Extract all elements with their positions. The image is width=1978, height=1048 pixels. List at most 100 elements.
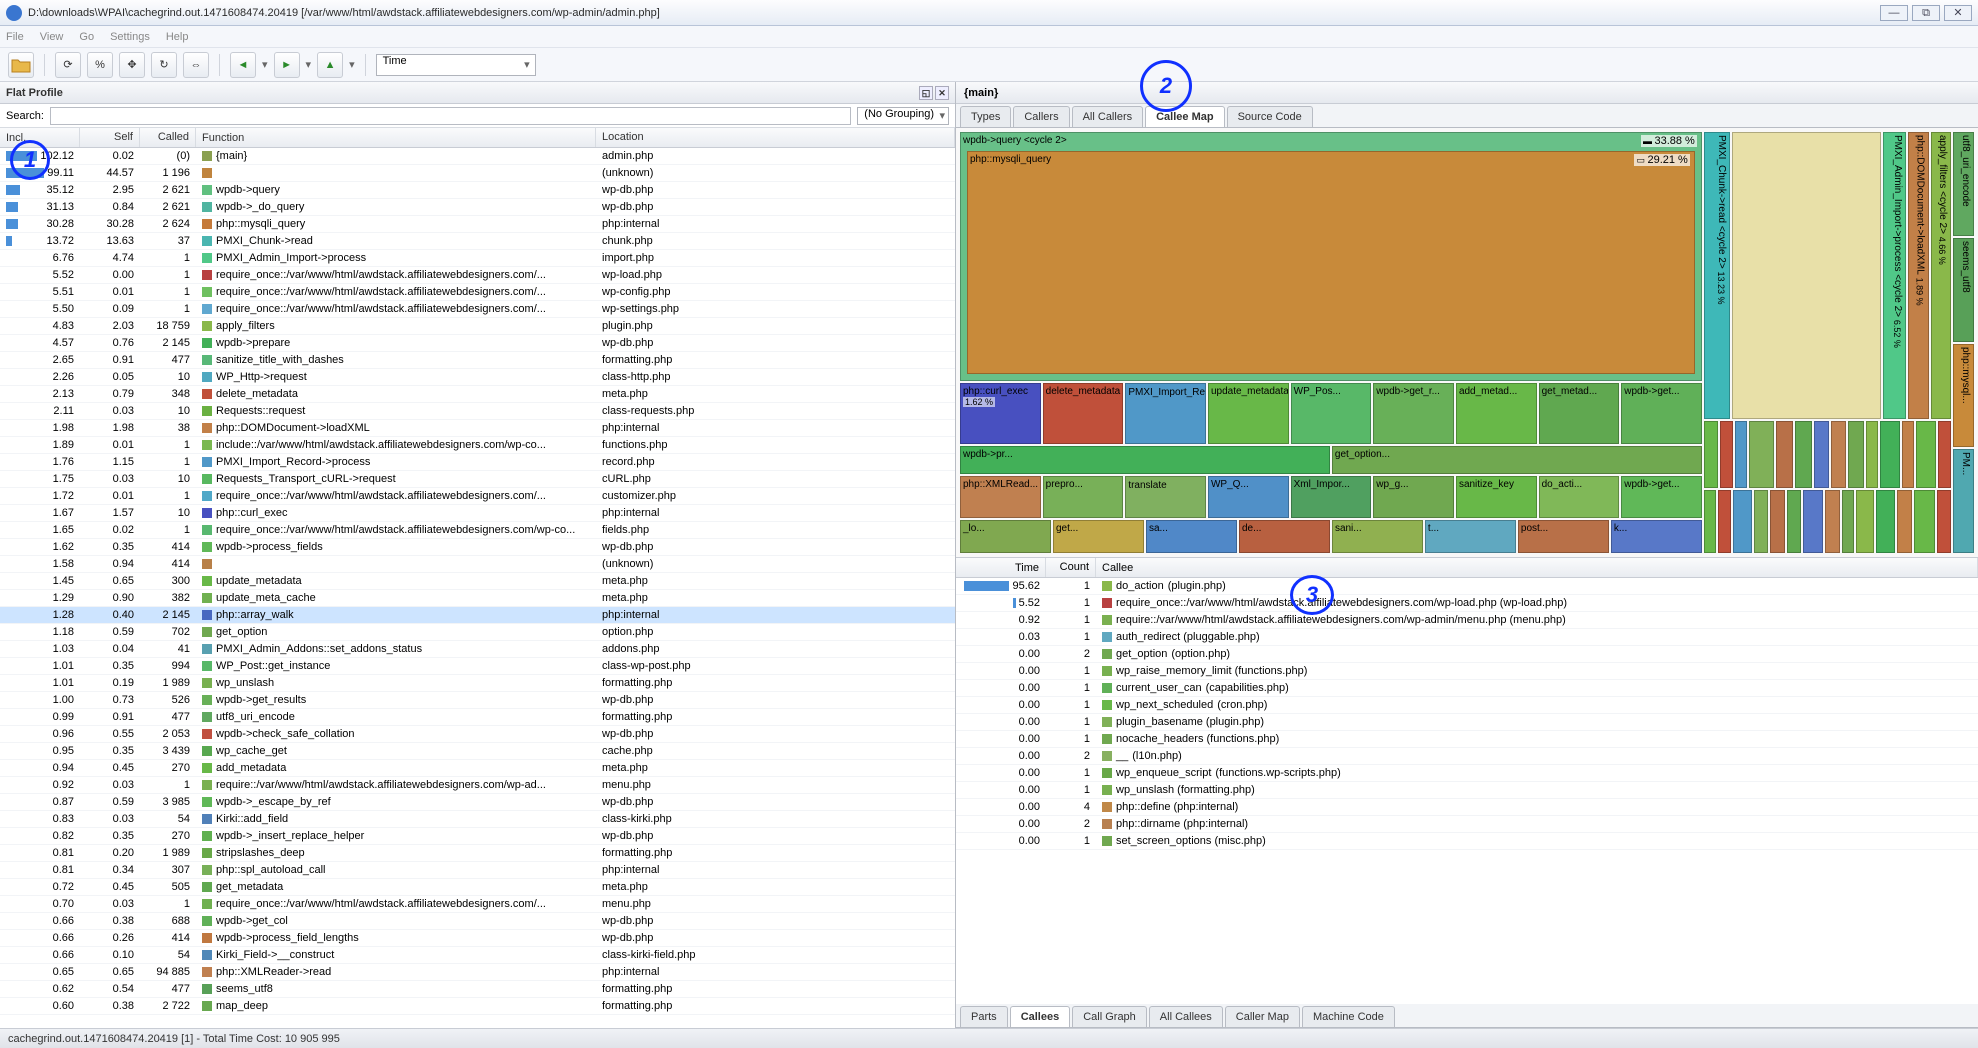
table-row[interactable]: 0.810.34307php::spl_autoload_call php:in… xyxy=(0,862,955,879)
search-input[interactable] xyxy=(50,107,851,125)
col-location[interactable]: Location xyxy=(596,128,955,147)
tm-box[interactable]: k... xyxy=(1611,520,1702,553)
tab-call-graph[interactable]: Call Graph xyxy=(1072,1006,1147,1027)
tm-box[interactable]: PMXI_Import_Record->process xyxy=(1125,383,1206,444)
tm-box[interactable] xyxy=(1902,421,1914,489)
back-dropdown[interactable]: ▾ xyxy=(262,58,268,71)
cycle-button[interactable]: ↻ xyxy=(151,52,177,78)
tm-pmxi-admin[interactable]: PMXI_Admin_Import->process <cycle 2> 6.5… xyxy=(1883,132,1906,419)
tm-box[interactable] xyxy=(1704,421,1718,489)
tm-box[interactable] xyxy=(1770,490,1785,553)
table-row[interactable]: 1.290.90382update_meta_cache meta.php xyxy=(0,590,955,607)
tm-box[interactable] xyxy=(1897,490,1913,553)
table-row[interactable]: 2.110.0310Requests::requestclass-request… xyxy=(0,403,955,420)
metric-select[interactable]: Time xyxy=(376,54,536,76)
tab-callees[interactable]: Callees xyxy=(1010,1006,1071,1027)
col-incl[interactable]: Incl. xyxy=(0,128,80,147)
menu-go[interactable]: Go xyxy=(79,31,94,43)
grouping-select[interactable]: (No Grouping) xyxy=(857,107,949,125)
up-dropdown[interactable]: ▾ xyxy=(349,58,355,71)
tm-box[interactable]: wpdb->get... xyxy=(1621,476,1702,518)
tm-box[interactable]: sa... xyxy=(1146,520,1237,553)
table-row[interactable]: 1.450.65300update_metadata meta.php xyxy=(0,573,955,590)
flat-profile-table[interactable]: Incl. Self Called Function Location 102.… xyxy=(0,128,955,1028)
tm-box[interactable]: sani... xyxy=(1332,520,1423,553)
table-row[interactable]: 0.810.201 989stripslashes_deepformatting… xyxy=(0,845,955,862)
tm-box[interactable]: wpdb->pr... xyxy=(960,446,1330,474)
table-row[interactable]: 1.580.94414(unknown) xyxy=(0,556,955,573)
table-row[interactable]: 0.620.54477seems_utf8formatting.php xyxy=(0,981,955,998)
expand-button[interactable]: ⇔ xyxy=(183,52,209,78)
tab-all-callees[interactable]: All Callees xyxy=(1149,1006,1223,1027)
forward-button[interactable]: ► xyxy=(274,52,300,78)
table-row[interactable]: 0.001set_screen_options (misc.php) xyxy=(956,833,1978,850)
table-row[interactable]: 4.832.0318 759apply_filters plugin.php xyxy=(0,318,955,335)
table-row[interactable]: 0.004php::define (php:internal) xyxy=(956,799,1978,816)
table-row[interactable]: 0.960.552 053wpdb->check_safe_collationw… xyxy=(0,726,955,743)
tm-box[interactable]: php::mysql... xyxy=(1953,344,1974,448)
tm-box[interactable] xyxy=(1795,421,1812,489)
tab-machine-code[interactable]: Machine Code xyxy=(1302,1006,1395,1027)
tm-box[interactable]: translate xyxy=(1125,476,1206,518)
table-row[interactable]: 0.820.35270wpdb->_insert_replace_helper … xyxy=(0,828,955,845)
tm-box[interactable]: WP_Q... xyxy=(1208,476,1289,518)
table-row[interactable]: 1.650.021require_once::/var/www/html/awd… xyxy=(0,522,955,539)
table-row[interactable]: 5.520.001require_once::/var/www/html/awd… xyxy=(0,267,955,284)
table-row[interactable]: 99.1144.571 196(unknown) xyxy=(0,165,955,182)
tm-box[interactable] xyxy=(1776,421,1793,489)
table-row[interactable]: 0.660.1054Kirki_Field->__constructclass-… xyxy=(0,947,955,964)
tm-box[interactable]: delete_metadata <... xyxy=(1043,383,1124,444)
reload-button[interactable]: ⟳ xyxy=(55,52,81,78)
table-row[interactable]: 4.570.762 145wpdb->preparewp-db.php xyxy=(0,335,955,352)
tm-box[interactable] xyxy=(1937,490,1951,553)
tm-box[interactable] xyxy=(1733,490,1752,553)
col-count[interactable]: Count xyxy=(1046,558,1096,577)
close-button[interactable]: ✕ xyxy=(1944,5,1972,21)
table-row[interactable]: 0.002__ (l10n.php) xyxy=(956,748,1978,765)
table-row[interactable]: 0.001wp_enqueue_script (functions.wp-scr… xyxy=(956,765,1978,782)
close-pane-button[interactable]: ✕ xyxy=(935,86,949,100)
table-row[interactable]: 1.720.011require_once::/var/www/html/awd… xyxy=(0,488,955,505)
table-row[interactable]: 0.830.0354Kirki::add_fieldclass-kirki.ph… xyxy=(0,811,955,828)
col-self[interactable]: Self xyxy=(80,128,140,147)
col-time[interactable]: Time xyxy=(956,558,1046,577)
table-row[interactable]: 0.650.6594 885php::XMLReader->read php:i… xyxy=(0,964,955,981)
tm-box[interactable]: Xml_Impor... xyxy=(1291,476,1372,518)
table-row[interactable]: 1.010.191 989wp_unslashformatting.php xyxy=(0,675,955,692)
menu-help[interactable]: Help xyxy=(166,31,189,43)
tm-box[interactable] xyxy=(1720,421,1733,489)
table-row[interactable]: 13.7213.6337PMXI_Chunk->read chunk.php xyxy=(0,233,955,250)
tm-box[interactable]: wp_g... xyxy=(1373,476,1454,518)
tm-yellow-block[interactable] xyxy=(1732,132,1881,419)
table-row[interactable]: 0.001current_user_can (capabilities.php) xyxy=(956,680,1978,697)
tm-box[interactable] xyxy=(1914,490,1934,553)
table-row[interactable]: 1.280.402 145php::array_walkphp:internal xyxy=(0,607,955,624)
table-row[interactable]: 5.510.011require_once::/var/www/html/awd… xyxy=(0,284,955,301)
menu-settings[interactable]: Settings xyxy=(110,31,150,43)
undock-button[interactable]: ◱ xyxy=(919,86,933,100)
table-row[interactable]: 1.180.59702get_option option.php xyxy=(0,624,955,641)
tm-box[interactable]: _lo... xyxy=(960,520,1051,553)
table-row[interactable]: 1.671.5710php::curl_execphp:internal xyxy=(0,505,955,522)
tm-box[interactable] xyxy=(1842,490,1854,553)
menu-file[interactable]: File xyxy=(6,31,24,43)
table-row[interactable]: 1.750.0310Requests_Transport_cURL->reque… xyxy=(0,471,955,488)
table-row[interactable]: 0.660.26414wpdb->process_field_lengthswp… xyxy=(0,930,955,947)
table-row[interactable]: 0.990.91477utf8_uri_encodeformatting.php xyxy=(0,709,955,726)
table-row[interactable]: 5.500.091require_once::/var/www/html/awd… xyxy=(0,301,955,318)
table-row[interactable]: 0.940.45270add_metadata meta.php xyxy=(0,760,955,777)
tm-box[interactable]: sanitize_key xyxy=(1456,476,1537,518)
tm-apply-filters[interactable]: apply_filters <cycle 2> 4.66 % xyxy=(1931,132,1951,419)
tm-box[interactable]: wpdb->get... xyxy=(1621,383,1702,444)
tm-box[interactable]: add_metad... xyxy=(1456,383,1537,444)
table-row[interactable]: 0.920.031require::/var/www/html/awdstack… xyxy=(0,777,955,794)
tm-box[interactable]: get... xyxy=(1053,520,1144,553)
table-row[interactable]: 2.260.0510WP_Http->request class-http.ph… xyxy=(0,369,955,386)
move-button[interactable]: ✥ xyxy=(119,52,145,78)
table-row[interactable]: 0.001nocache_headers (functions.php) xyxy=(956,731,1978,748)
percent-button[interactable]: % xyxy=(87,52,113,78)
col-function[interactable]: Function xyxy=(196,128,596,147)
tm-box[interactable] xyxy=(1803,490,1823,553)
tm-domdoc[interactable]: php::DOMDocument->loadXML 1.89 % xyxy=(1908,132,1928,419)
tm-box[interactable]: prepro... xyxy=(1043,476,1124,518)
